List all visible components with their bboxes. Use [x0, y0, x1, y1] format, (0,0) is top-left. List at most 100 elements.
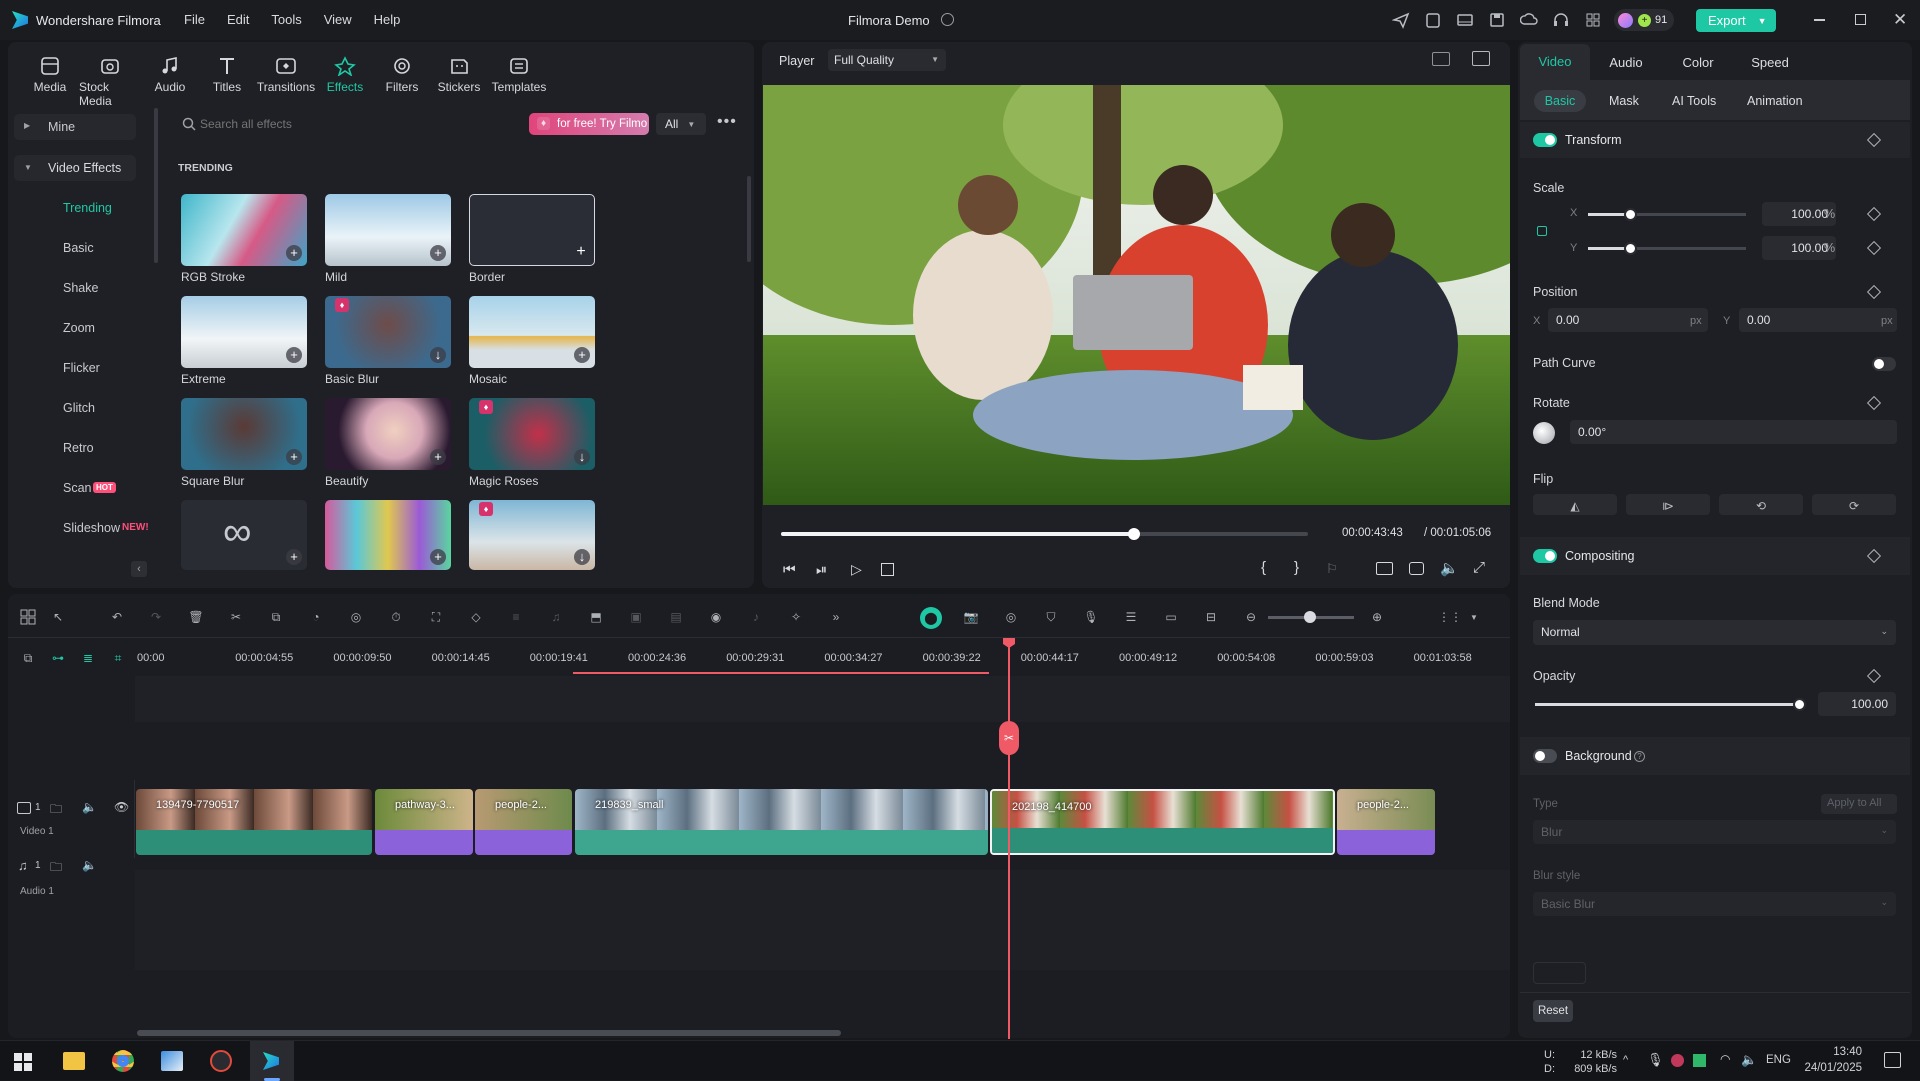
zoom-out-icon[interactable]: ⊖ [1241, 607, 1261, 627]
category-mine[interactable]: ▶ Mine [14, 114, 136, 140]
scissors-icon[interactable]: ✂ [999, 721, 1019, 755]
camera-icon[interactable]: 📷 [961, 607, 981, 627]
chrome-icon[interactable] [112, 1050, 134, 1072]
scale-x-slider[interactable] [1588, 208, 1746, 221]
volume-icon[interactable]: 🔈 [1741, 1052, 1757, 1068]
tab-stickers[interactable]: Stickers [431, 56, 487, 108]
wifi-icon[interactable]: ◠ [1720, 1052, 1730, 1066]
blur-level-field[interactable] [1533, 962, 1586, 984]
category-glitch[interactable]: Glitch [63, 401, 95, 415]
flip-horizontal-button[interactable]: ◭ [1533, 494, 1617, 515]
effect-magic-roses[interactable]: ♦ ↓ [469, 398, 595, 470]
mark-out-icon[interactable]: } [1294, 559, 1299, 576]
add-icon[interactable]: + [286, 449, 302, 465]
pip-icon[interactable]: ▭ [1161, 607, 1181, 627]
export-button[interactable]: Export ▼ [1696, 9, 1776, 32]
credits-badge[interactable]: + 91 [1614, 9, 1674, 31]
scale-y-handle[interactable] [1624, 242, 1637, 255]
effect-mosaic[interactable]: + [469, 296, 595, 368]
audio-track-area[interactable] [135, 870, 1510, 970]
timeline-ruler[interactable]: 00:00 00:00:04:55 00:00:09:50 00:00:14:45 00… [135, 640, 1510, 676]
position-x-field[interactable]: 0.00 [1548, 308, 1708, 332]
snap-icon[interactable]: ⌗ [108, 648, 128, 668]
file-explorer-icon[interactable] [63, 1052, 85, 1070]
windows-start-icon[interactable] [14, 1053, 32, 1071]
menu-file[interactable]: File [184, 12, 205, 27]
track-layout-icon[interactable]: ⋮⋮ [1438, 607, 1462, 627]
folder-icon[interactable]: 🗀 [50, 800, 62, 821]
close-icon[interactable]: ✕ [1893, 10, 1907, 30]
rotate-dial[interactable] [1533, 422, 1555, 444]
menu-tools[interactable]: Tools [271, 12, 301, 27]
shield-icon[interactable]: ⛉ [1041, 607, 1061, 627]
menu-edit[interactable]: Edit [227, 12, 249, 27]
category-retro[interactable]: Retro [63, 441, 94, 455]
opacity-slider[interactable] [1535, 698, 1806, 711]
headset-icon[interactable] [1552, 11, 1570, 29]
tray-app-icon[interactable] [1693, 1054, 1706, 1067]
grid-view-icon[interactable] [1432, 52, 1450, 66]
eye-icon[interactable]: 👁 [114, 800, 129, 814]
more-tools-icon[interactable]: » [826, 607, 846, 627]
effect-mild[interactable]: + [325, 194, 451, 266]
reset-button[interactable]: Reset [1533, 1000, 1573, 1022]
zoom-in-icon[interactable]: ⊕ [1367, 607, 1387, 627]
tray-app-icon[interactable] [1671, 1054, 1684, 1067]
search-input[interactable] [200, 114, 420, 134]
add-icon[interactable]: + [430, 549, 446, 565]
tab-effects[interactable]: Effects [317, 56, 373, 108]
apps-grid-icon[interactable] [1584, 11, 1602, 29]
tab-filters[interactable]: Filters [374, 56, 430, 108]
opacity-handle[interactable] [1793, 698, 1806, 711]
timer-icon[interactable]: ⏱ [386, 607, 406, 627]
rotate-right-button[interactable]: ⟳ [1812, 494, 1896, 515]
lock-ratio-icon[interactable] [1537, 226, 1547, 236]
layout-icon[interactable] [1456, 11, 1474, 29]
ai-icon[interactable]: ✧ [786, 607, 806, 627]
compositing-toggle[interactable] [1533, 549, 1557, 563]
video-clip[interactable]: 219839_small [575, 789, 988, 855]
detect-icon[interactable]: ◉ [706, 607, 726, 627]
link-clips-icon[interactable]: ⊶ [48, 648, 68, 668]
add-icon[interactable]: + [430, 245, 446, 261]
category-scrollbar[interactable] [154, 108, 158, 263]
tab-audio[interactable]: Audio [142, 56, 198, 108]
category-zoom[interactable]: Zoom [63, 321, 95, 335]
tab-speed[interactable]: Speed [1734, 55, 1806, 70]
category-slideshow[interactable]: Slideshow [63, 521, 120, 535]
tab-media[interactable]: Media [22, 56, 78, 108]
playhead-line[interactable] [1008, 639, 1010, 1039]
scale-y-slider[interactable] [1588, 242, 1746, 255]
effect-chromatic[interactable]: + [325, 500, 451, 570]
effect-basic-blur[interactable]: ♦ ↓ [325, 296, 451, 368]
filter-dropdown[interactable]: All ▼ [656, 113, 706, 135]
effect-infinity[interactable]: ∞ + [181, 500, 307, 570]
tab-audio-props[interactable]: Audio [1590, 55, 1662, 70]
step-play-icon[interactable]: ⏯ [816, 561, 827, 578]
mark-in-icon[interactable]: { [1261, 559, 1266, 576]
menu-view[interactable]: View [324, 12, 352, 27]
delete-icon[interactable]: 🗑 [186, 607, 206, 627]
app-icon[interactable] [161, 1051, 183, 1071]
effects-scrollbar[interactable] [747, 176, 751, 262]
fullscreen-icon[interactable]: ⤢ [1473, 559, 1485, 576]
category-trending[interactable]: Trending [63, 201, 112, 215]
effect-rgb-stroke[interactable]: + [181, 194, 307, 266]
quality-dropdown[interactable]: Full Quality ▼ [828, 49, 946, 71]
play-icon[interactable]: ▷ [851, 561, 862, 578]
subtab-ai-tools[interactable]: AI Tools [1672, 94, 1716, 108]
add-icon[interactable]: + [286, 549, 302, 565]
stop-icon[interactable] [881, 563, 894, 576]
add-track-icon[interactable]: ⧉ [18, 648, 38, 668]
effect-square-blur[interactable]: + [181, 398, 307, 470]
add-icon[interactable]: + [286, 245, 302, 261]
split-icon[interactable]: ✂ [226, 607, 246, 627]
background-toggle[interactable] [1533, 749, 1557, 763]
category-scan[interactable]: Scan [63, 481, 92, 495]
prev-frame-icon[interactable]: ⏮ [783, 561, 796, 578]
marker-icon[interactable]: ⚐ [1326, 561, 1338, 577]
microphone-icon[interactable]: 🎙 [1647, 1052, 1664, 1068]
menu-help[interactable]: Help [374, 12, 401, 27]
video-clip-selected[interactable]: 202198_414700 [990, 789, 1335, 855]
chevron-down-icon[interactable]: ▼ [1464, 607, 1484, 627]
